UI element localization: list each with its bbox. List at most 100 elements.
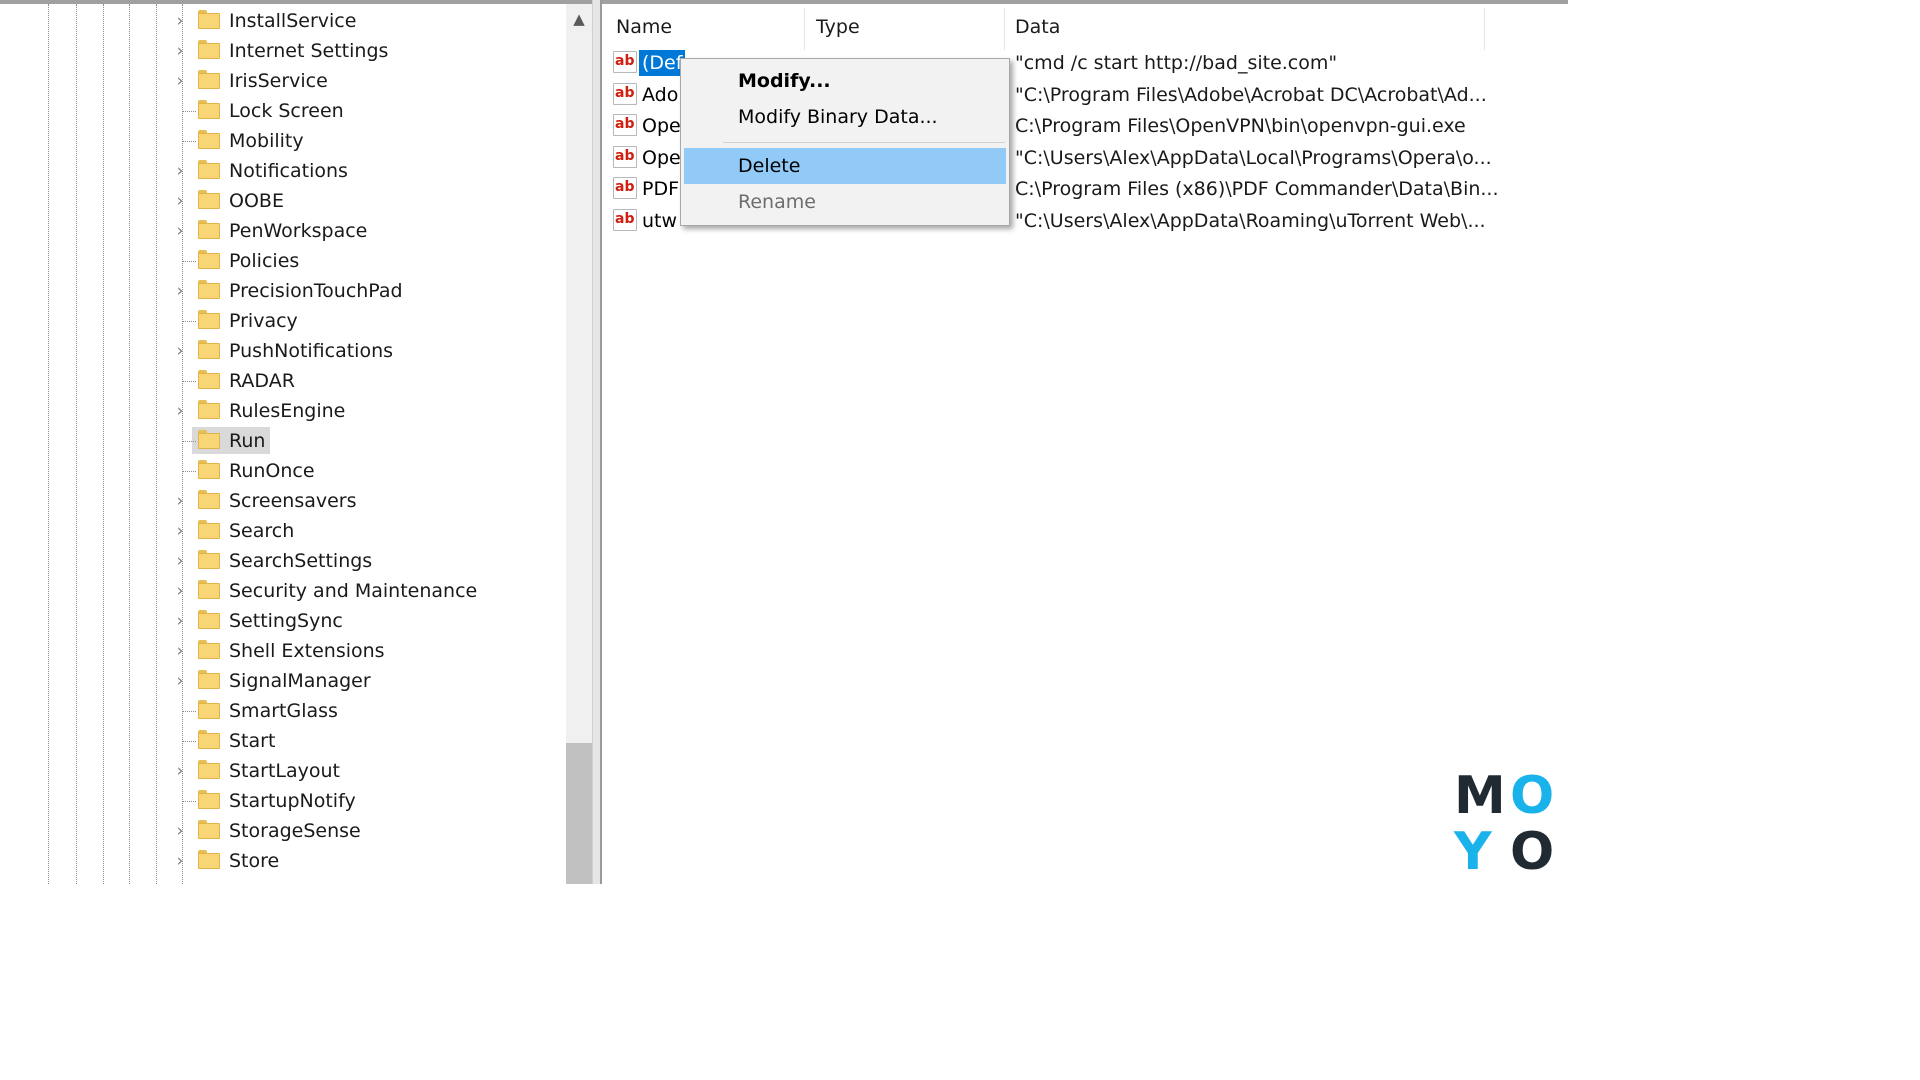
scroll-up-arrow-icon[interactable]: ▲ — [566, 6, 592, 32]
logo-letter: Y — [1454, 822, 1492, 882]
chevron-right-icon[interactable] — [173, 44, 187, 58]
column-separator[interactable] — [1484, 8, 1485, 50]
chevron-right-icon[interactable] — [173, 554, 187, 568]
tree-item-label: Privacy — [229, 310, 298, 332]
folder-icon — [198, 220, 220, 239]
tree-item[interactable]: Run — [0, 426, 566, 456]
tree-item[interactable]: Screensavers — [0, 486, 566, 516]
tree-item-label: InstallService — [229, 10, 357, 32]
chevron-right-icon[interactable] — [173, 494, 187, 508]
column-header-data[interactable]: Data — [1015, 8, 1060, 46]
menu-separator — [723, 142, 1005, 143]
chevron-right-icon[interactable] — [173, 584, 187, 598]
tree-item[interactable]: StartupNotify — [0, 786, 566, 816]
tree-item[interactable]: StartLayout — [0, 756, 566, 786]
tree-item-label: Lock Screen — [229, 100, 344, 122]
tree-item[interactable]: StorageSense — [0, 816, 566, 846]
tree-item[interactable]: RunOnce — [0, 456, 566, 486]
tree-item[interactable]: Privacy — [0, 306, 566, 336]
value-name: utw — [642, 210, 678, 232]
chevron-right-icon[interactable] — [173, 614, 187, 628]
folder-icon — [198, 520, 220, 539]
tree-item[interactable]: RADAR — [0, 366, 566, 396]
value-name: Ope — [642, 115, 681, 138]
folder-icon — [198, 280, 220, 299]
column-header-type[interactable]: Type — [816, 8, 860, 46]
tree-item[interactable]: SearchSettings — [0, 546, 566, 576]
chevron-right-icon[interactable] — [173, 644, 187, 658]
tree-item[interactable]: Start — [0, 726, 566, 756]
folder-icon — [198, 640, 220, 659]
column-separator[interactable] — [804, 8, 805, 50]
tree-item[interactable]: SmartGlass — [0, 696, 566, 726]
tree-connector — [182, 711, 196, 712]
tree-item[interactable]: Internet Settings — [0, 36, 566, 66]
tree-item-label: Security and Maintenance — [229, 580, 478, 602]
tree-item[interactable]: PrecisionTouchPad — [0, 276, 566, 306]
chevron-right-icon[interactable] — [173, 14, 187, 28]
tree-item[interactable]: SignalManager — [0, 666, 566, 696]
menu-item-delete[interactable]: Delete — [684, 148, 1006, 184]
menu-item-modify[interactable]: Modify... — [684, 63, 1006, 99]
menu-item-modify-binary[interactable]: Modify Binary Data... — [684, 99, 1006, 135]
chevron-right-icon[interactable] — [173, 284, 187, 298]
pane-splitter[interactable] — [592, 0, 602, 884]
tree-item[interactable]: Store — [0, 846, 566, 876]
chevron-right-icon[interactable] — [173, 224, 187, 238]
tree-item[interactable]: RulesEngine — [0, 396, 566, 426]
value-data: "C:\Users\Alex\AppData\Local\Programs\Op… — [1015, 146, 1492, 169]
tree-item-label: StorageSense — [229, 820, 361, 842]
chevron-right-icon[interactable] — [173, 74, 187, 88]
tree-item[interactable]: OOBE — [0, 186, 566, 216]
folder-icon — [198, 70, 220, 89]
chevron-right-icon[interactable] — [173, 854, 187, 868]
chevron-right-icon[interactable] — [173, 764, 187, 778]
tree-item[interactable]: PushNotifications — [0, 336, 566, 366]
tree-item-label: RADAR — [229, 370, 295, 392]
chevron-right-icon[interactable] — [173, 824, 187, 838]
chevron-right-icon[interactable] — [173, 194, 187, 208]
tree-item[interactable]: SettingSync — [0, 606, 566, 636]
tree-item[interactable]: Lock Screen — [0, 96, 566, 126]
tree-item-label: SmartGlass — [229, 700, 338, 722]
registry-tree[interactable]: InstallService Internet Settings IrisServi… — [0, 4, 566, 884]
tree-item-label: SignalManager — [229, 670, 371, 692]
folder-icon — [198, 550, 220, 569]
tree-item-label: PushNotifications — [229, 340, 394, 362]
chevron-right-icon[interactable] — [173, 344, 187, 358]
tree-item[interactable]: IrisService — [0, 66, 566, 96]
folder-icon — [198, 670, 220, 689]
folder-icon — [198, 430, 220, 449]
value-data: C:\Program Files\OpenVPN\bin\openvpn-gui… — [1015, 115, 1466, 138]
tree-item[interactable]: Mobility — [0, 126, 566, 156]
chevron-right-icon[interactable] — [173, 674, 187, 688]
tree-item[interactable]: Search — [0, 516, 566, 546]
chevron-right-icon[interactable] — [173, 164, 187, 178]
chevron-right-icon[interactable] — [173, 524, 187, 538]
folder-icon — [198, 10, 220, 29]
value-name: PDF — [642, 178, 680, 201]
folder-icon — [198, 790, 220, 809]
tree-item-label: RunOnce — [229, 460, 315, 482]
column-separator[interactable] — [1004, 8, 1005, 50]
tree-item-label: StartupNotify — [229, 790, 356, 812]
string-value-icon: ab — [613, 209, 637, 231]
tree-connector — [182, 141, 196, 142]
tree-scrollbar-thumb[interactable] — [566, 743, 592, 884]
tree-item[interactable]: Policies — [0, 246, 566, 276]
tree-item[interactable]: PenWorkspace — [0, 216, 566, 246]
tree-item[interactable]: InstallService — [0, 6, 566, 36]
tree-item[interactable]: Notifications — [0, 156, 566, 186]
folder-icon — [198, 340, 220, 359]
column-header-name[interactable]: Name — [616, 8, 672, 46]
tree-item-label: Screensavers — [229, 490, 357, 512]
tree-item-label: OOBE — [229, 190, 284, 212]
folder-icon — [198, 490, 220, 509]
tree-item-label: Run — [229, 430, 266, 452]
tree-item[interactable]: Security and Maintenance — [0, 576, 566, 606]
tree-connector — [182, 111, 196, 112]
logo-letter: O — [1510, 822, 1555, 882]
menu-item-rename[interactable]: Rename — [684, 184, 1006, 220]
tree-item[interactable]: Shell Extensions — [0, 636, 566, 666]
chevron-right-icon[interactable] — [173, 404, 187, 418]
